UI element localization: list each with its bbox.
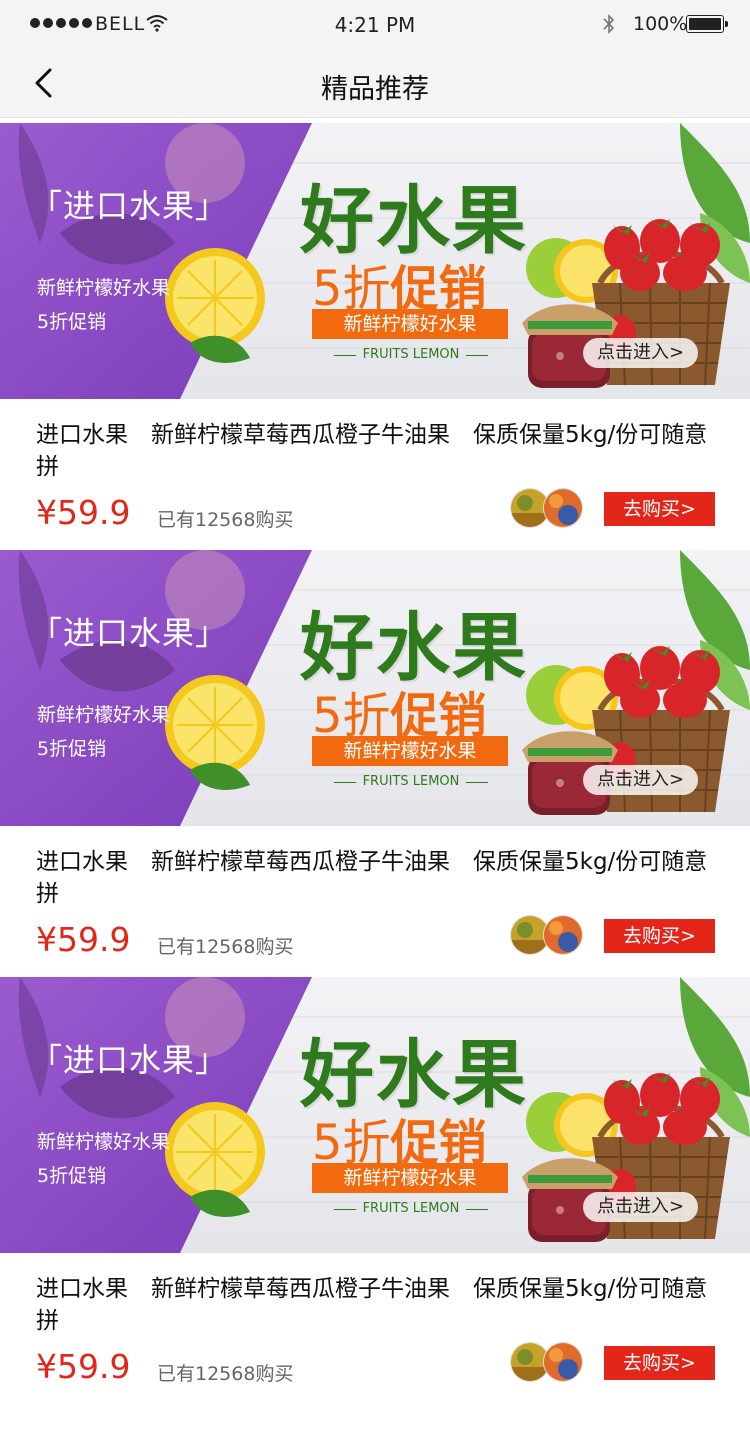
product-banner[interactable]: 「进口水果」 新鲜柠檬好水果 5折促销 好水果 5折促销 新鲜柠檬好水果 FRU… [0, 977, 750, 1253]
buyer-avatars [510, 915, 585, 955]
product-title[interactable]: 进口水果 新鲜柠檬草莓西瓜橙子牛油果 保质保量5kg/份可随意拼 [36, 1273, 726, 1337]
buyer-avatars [510, 488, 585, 528]
product-banner[interactable]: 「进口水果」 新鲜柠檬好水果 5折促销 好水果 5折促销 新鲜柠檬好水果 FRU… [0, 550, 750, 826]
product-banner[interactable]: 「进口水果」 新鲜柠檬好水果 5折促销 好水果 5折促销 新鲜柠檬好水果 FRU… [0, 123, 750, 399]
buy-button[interactable]: 去购买> [604, 919, 715, 953]
buy-button[interactable]: 去购买> [604, 492, 715, 526]
enter-button[interactable]: 点击进入> [583, 338, 698, 368]
banner-tag: 「进口水果」 [30, 614, 229, 652]
buyer-avatars [510, 1342, 585, 1382]
product-title[interactable]: 进口水果 新鲜柠檬草莓西瓜橙子牛油果 保质保量5kg/份可随意拼 [36, 419, 726, 483]
banner-subtitle-2: 5折促销 [37, 738, 107, 760]
sold-count: 已有12568购买 [157, 1363, 294, 1385]
buy-button[interactable]: 去购买> [604, 1346, 715, 1380]
battery-icon [686, 15, 728, 33]
status-bar: BELL 4:21 PM 100% [0, 0, 750, 50]
banner-subtitle-2: 5折促销 [37, 311, 107, 333]
product-card: 「进口水果」 新鲜柠檬好水果 5折促销 好水果 5折促销 新鲜柠檬好水果 FRU… [0, 123, 750, 550]
banner-english-caption: FRUITS LEMON [334, 347, 488, 362]
page-title: 精品推荐 [321, 74, 429, 105]
banner-subtitle-1: 新鲜柠檬好水果 [37, 704, 171, 726]
banner-ribbon: 新鲜柠檬好水果 [312, 309, 508, 339]
banner-tag: 「进口水果」 [30, 187, 229, 225]
product-price: ¥59.9 [36, 493, 131, 532]
banner-english-caption: FRUITS LEMON [334, 1201, 488, 1216]
sold-count: 已有12568购买 [157, 936, 294, 958]
banner-subtitle-1: 新鲜柠檬好水果 [37, 1131, 171, 1153]
product-title[interactable]: 进口水果 新鲜柠檬草莓西瓜橙子牛油果 保质保量5kg/份可随意拼 [36, 846, 726, 910]
banner-tag: 「进口水果」 [30, 1041, 229, 1079]
banner-english-caption: FRUITS LEMON [334, 774, 488, 789]
avatar [543, 915, 583, 955]
battery-percent: 100% [633, 13, 688, 35]
product-price: ¥59.9 [36, 1347, 131, 1386]
banner-subtitle-2: 5折促销 [37, 1165, 107, 1187]
product-card: 「进口水果」 新鲜柠檬好水果 5折促销 好水果 5折促销 新鲜柠檬好水果 FRU… [0, 977, 750, 1404]
avatar [543, 488, 583, 528]
enter-button[interactable]: 点击进入> [583, 765, 698, 795]
enter-button[interactable]: 点击进入> [583, 1192, 698, 1222]
banner-ribbon: 新鲜柠檬好水果 [312, 1163, 508, 1193]
bluetooth-icon [603, 14, 615, 34]
banner-subtitle-1: 新鲜柠檬好水果 [37, 277, 171, 299]
sold-count: 已有12568购买 [157, 509, 294, 531]
product-card: 「进口水果」 新鲜柠檬好水果 5折促销 好水果 5折促销 新鲜柠檬好水果 FRU… [0, 550, 750, 977]
nav-bar: 精品推荐 [0, 50, 750, 118]
avatar [543, 1342, 583, 1382]
product-price: ¥59.9 [36, 920, 131, 959]
banner-ribbon: 新鲜柠檬好水果 [312, 736, 508, 766]
